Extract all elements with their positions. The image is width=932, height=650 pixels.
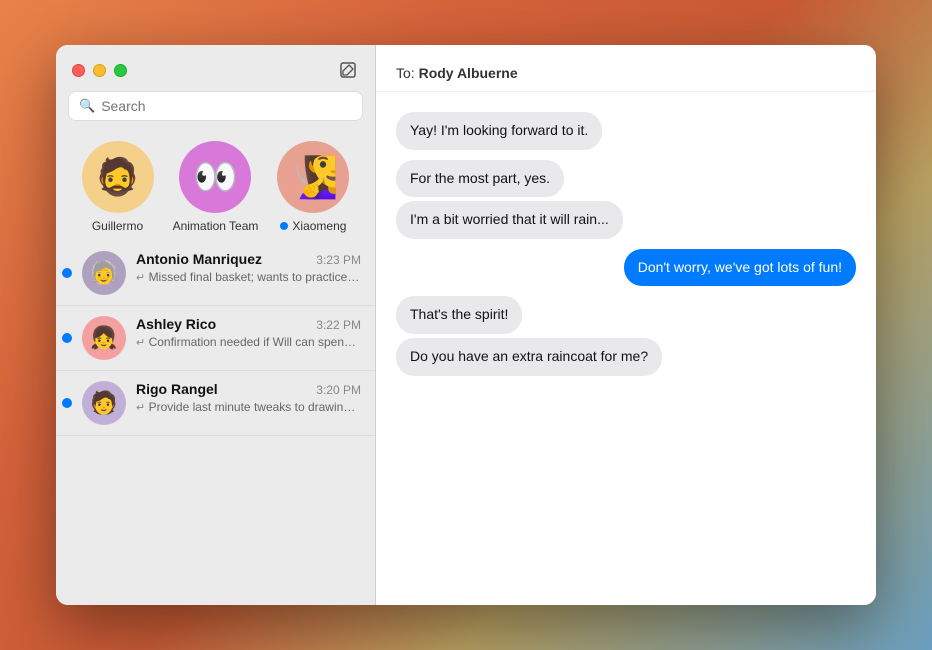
message-bubble: For the most part, yes. bbox=[396, 160, 564, 198]
unread-indicator bbox=[62, 398, 72, 408]
message-time: 3:22 PM bbox=[316, 318, 361, 332]
avatar: 🧓 bbox=[82, 251, 126, 295]
reply-icon: ↵ bbox=[136, 272, 145, 284]
message-preview: ↵ Confirmation needed if Will can spend … bbox=[136, 334, 361, 351]
message-time: 3:20 PM bbox=[316, 383, 361, 397]
online-indicator bbox=[280, 222, 288, 230]
search-input[interactable] bbox=[101, 98, 352, 114]
right-panel: To: Rody Albuerne Yay! I'm looking forwa… bbox=[376, 45, 876, 605]
compose-button[interactable] bbox=[337, 59, 359, 81]
close-button[interactable] bbox=[72, 64, 85, 77]
pinned-contact-animation-team[interactable]: 👀 Animation Team bbox=[173, 141, 259, 233]
message-bubble: Don't worry, we've got lots of fun! bbox=[624, 249, 856, 287]
message-group: Yay! I'm looking forward to it. bbox=[396, 112, 856, 150]
message-header: Ashley Rico 3:22 PM bbox=[136, 316, 361, 332]
message-content: Ashley Rico 3:22 PM ↵ Confirmation neede… bbox=[136, 316, 361, 351]
unread-indicator bbox=[62, 268, 72, 278]
traffic-lights bbox=[72, 64, 127, 77]
chat-messages: Yay! I'm looking forward to it. For the … bbox=[376, 92, 876, 605]
message-group: For the most part, yes. I'm a bit worrie… bbox=[396, 160, 856, 239]
title-bar bbox=[56, 45, 375, 91]
message-bubble: I'm a bit worried that it will rain... bbox=[396, 201, 623, 239]
reply-icon: ↵ bbox=[136, 402, 145, 414]
message-header: Antonio Manriquez 3:23 PM bbox=[136, 251, 361, 267]
recipient-name: Rody Albuerne bbox=[419, 65, 518, 81]
contact-name-guillermo: Guillermo bbox=[92, 219, 143, 233]
search-bar[interactable]: 🔍 bbox=[68, 91, 363, 121]
left-panel: 🔍 🧔 Guillermo 👀 Ani bbox=[56, 45, 376, 605]
message-preview: ↵ Missed final basket; wants to practice… bbox=[136, 269, 361, 286]
to-label: To: bbox=[396, 65, 415, 81]
chat-recipient: To: Rody Albuerne bbox=[396, 65, 856, 81]
message-list: 🧓 Antonio Manriquez 3:23 PM ↵ Missed fin… bbox=[56, 241, 375, 605]
pinned-contacts: 🧔 Guillermo 👀 Animation Team 🧏‍♀️ bbox=[56, 131, 375, 241]
reply-icon: ↵ bbox=[136, 337, 145, 349]
contact-name-animation-team: Animation Team bbox=[173, 219, 259, 233]
sender-name: Ashley Rico bbox=[136, 316, 216, 332]
chat-header: To: Rody Albuerne bbox=[376, 45, 876, 92]
message-group: That's the spirit! Do you have an extra … bbox=[396, 296, 856, 375]
avatar: 👧 bbox=[82, 316, 126, 360]
avatar-animation-team: 👀 bbox=[179, 141, 251, 213]
avatar: 🧑 bbox=[82, 381, 126, 425]
sender-name: Antonio Manriquez bbox=[136, 251, 262, 267]
message-bubble: Do you have an extra raincoat for me? bbox=[396, 338, 662, 376]
message-content: Antonio Manriquez 3:23 PM ↵ Missed final… bbox=[136, 251, 361, 286]
unread-indicator bbox=[62, 333, 72, 343]
minimize-button[interactable] bbox=[93, 64, 106, 77]
messages-window: 🔍 🧔 Guillermo 👀 Ani bbox=[56, 45, 876, 605]
list-item[interactable]: 👧 Ashley Rico 3:22 PM ↵ Confirmation nee… bbox=[56, 306, 375, 371]
list-item[interactable]: 🧓 Antonio Manriquez 3:23 PM ↵ Missed fin… bbox=[56, 241, 375, 306]
pinned-contact-xiaomeng[interactable]: 🧏‍♀️ Xiaomeng bbox=[277, 141, 349, 233]
message-group: Don't worry, we've got lots of fun! bbox=[396, 249, 856, 287]
maximize-button[interactable] bbox=[114, 64, 127, 77]
avatar-xiaomeng: 🧏‍♀️ bbox=[277, 141, 349, 213]
message-preview: ↵ Provide last minute tweaks to drawings… bbox=[136, 399, 361, 416]
search-icon: 🔍 bbox=[79, 98, 95, 114]
pinned-contact-guillermo[interactable]: 🧔 Guillermo bbox=[82, 141, 154, 233]
message-time: 3:23 PM bbox=[316, 253, 361, 267]
message-bubble: Yay! I'm looking forward to it. bbox=[396, 112, 602, 150]
avatar-guillermo: 🧔 bbox=[82, 141, 154, 213]
sender-name: Rigo Rangel bbox=[136, 381, 218, 397]
message-bubble: That's the spirit! bbox=[396, 296, 522, 334]
contact-name-xiaomeng: Xiaomeng bbox=[280, 219, 346, 233]
list-item[interactable]: 🧑 Rigo Rangel 3:20 PM ↵ Provide last min… bbox=[56, 371, 375, 436]
message-header: Rigo Rangel 3:20 PM bbox=[136, 381, 361, 397]
message-content: Rigo Rangel 3:20 PM ↵ Provide last minut… bbox=[136, 381, 361, 416]
